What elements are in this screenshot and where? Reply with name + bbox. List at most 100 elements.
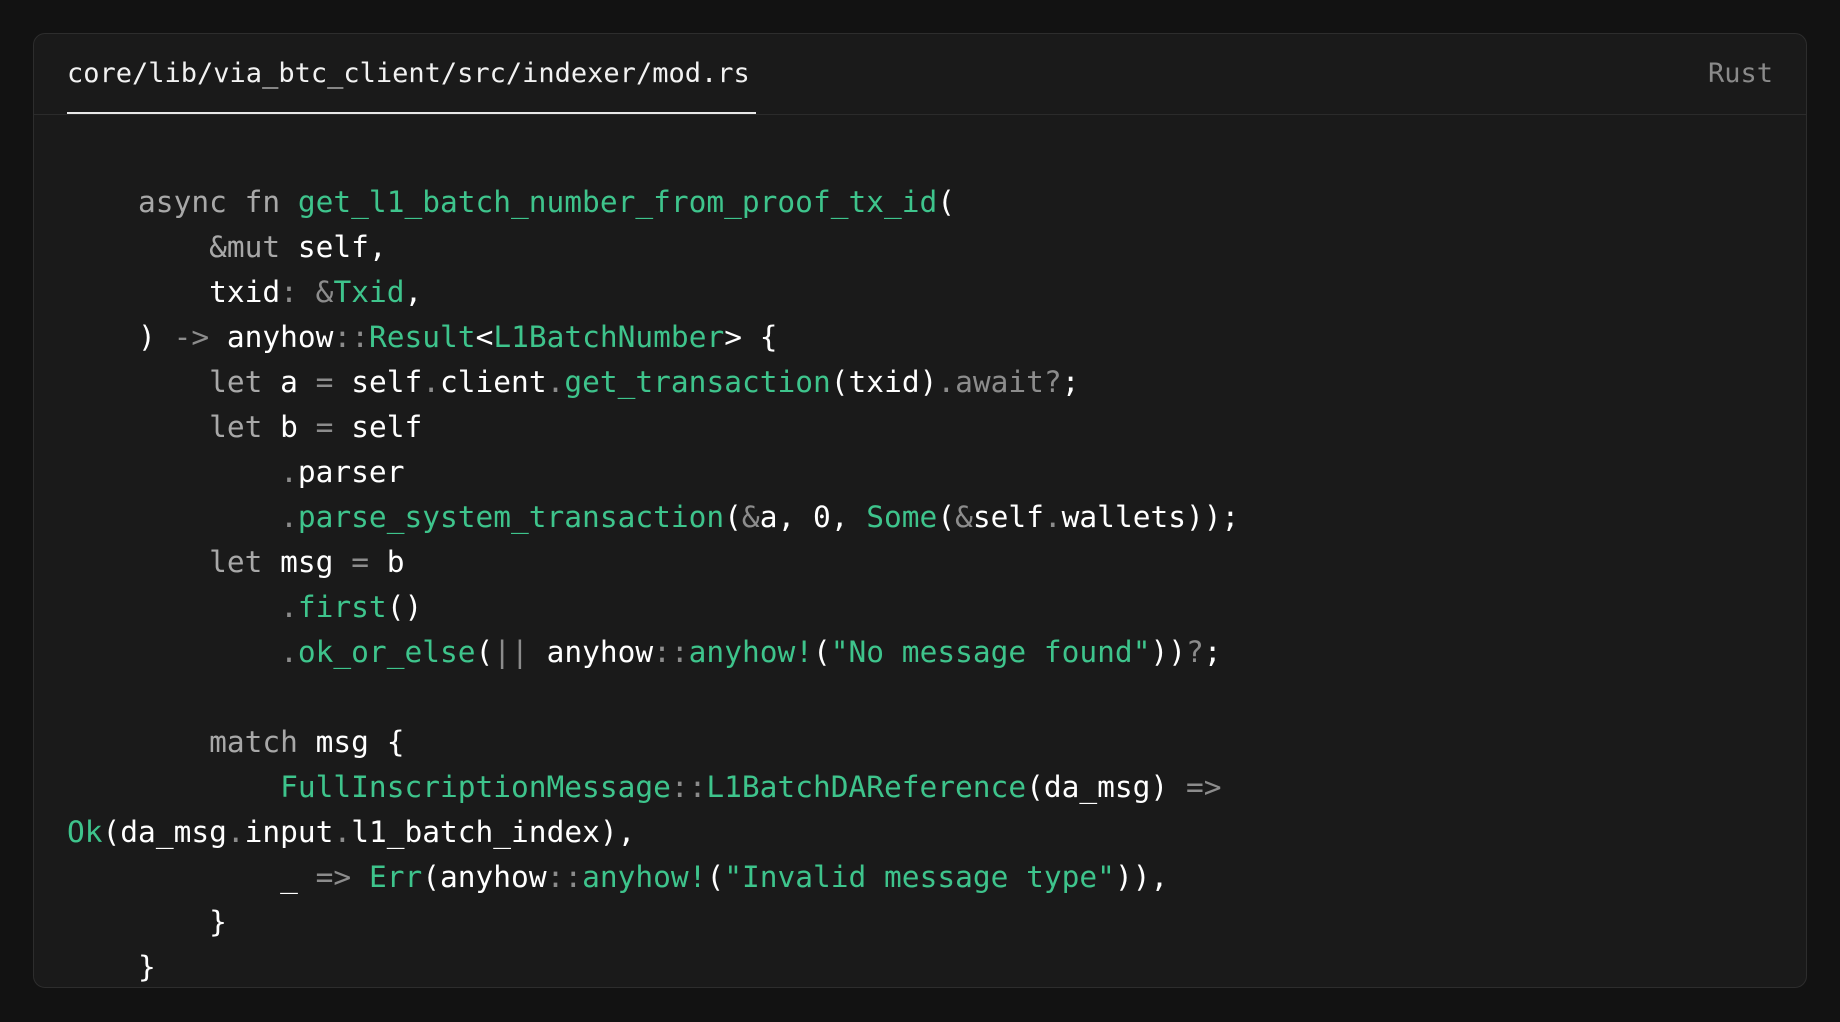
code-token: :: — [546, 860, 583, 894]
code-token: &mut — [67, 230, 298, 264]
code-token: (txid) — [830, 365, 938, 399]
code-token: . — [67, 455, 298, 489]
code-token: . — [67, 635, 298, 669]
file-path-tab[interactable]: core/lib/via_btc_client/src/indexer/mod.… — [67, 34, 756, 114]
code-token: let — [67, 365, 281, 399]
code-token: get_l1_batch_number_from_proof_tx_id — [297, 185, 938, 219]
code-token: async fn — [67, 185, 298, 219]
code-token: self, — [297, 230, 387, 264]
code-token: > { — [724, 320, 778, 354]
code-token: anyhow — [226, 320, 334, 354]
code-token: ( — [937, 185, 956, 219]
code-token: ( — [475, 635, 494, 669]
code-token: Some — [866, 500, 938, 534]
code-line: FullInscriptionMessage::L1BatchDAReferen… — [67, 765, 1239, 810]
code-token: => — [315, 860, 369, 894]
code-token: match — [67, 725, 316, 759]
code-content: async fn get_l1_batch_number_from_proof_… — [67, 180, 1239, 987]
code-token: & — [741, 500, 760, 534]
code-token: ; — [1061, 365, 1080, 399]
code-line: .first() — [67, 585, 1239, 630]
code-line: match msg { — [67, 720, 1239, 765]
code-token: anyhow! — [688, 635, 813, 669]
code-token: txid — [67, 275, 281, 309]
code-token: (anyhow — [422, 860, 547, 894]
code-token: ok_or_else — [297, 635, 476, 669]
code-token: . — [226, 815, 245, 849]
code-token: "No message found" — [830, 635, 1151, 669]
code-token: let — [67, 410, 281, 444]
code-token: input — [244, 815, 334, 849]
code-token: Ok — [67, 815, 103, 849]
code-token: . — [67, 500, 298, 534]
code-line: .parse_system_transaction(&a, 0, Some(&s… — [67, 495, 1239, 540]
code-token: let — [67, 545, 281, 579]
code-token: ? — [1186, 635, 1204, 669]
code-token: _ — [67, 860, 316, 894]
code-token: b — [386, 545, 405, 579]
code-token: "Invalid message type" — [724, 860, 1115, 894]
code-line: let msg = b — [67, 540, 1239, 585]
code-token: } — [67, 950, 156, 984]
code-token: = — [315, 365, 352, 399]
code-token: b — [280, 410, 316, 444]
code-token: ( — [813, 635, 831, 669]
code-token: parse_system_transaction — [297, 500, 725, 534]
code-token: = — [351, 545, 387, 579]
code-token: & — [955, 500, 973, 534]
code-token: ( — [724, 500, 742, 534]
code-token: Err — [368, 860, 423, 894]
code-token: L1BatchDAReference — [706, 770, 1027, 804]
code-line: .ok_or_else(|| anyhow::anyhow!("No messa… — [67, 630, 1239, 675]
code-token: ( — [937, 500, 956, 534]
code-token: ( — [706, 860, 725, 894]
code-token: } — [67, 905, 227, 939]
code-line: async fn get_l1_batch_number_from_proof_… — [67, 180, 1239, 225]
code-token: first — [297, 590, 387, 624]
code-token: )) — [1150, 635, 1186, 669]
code-line: let a = self.client.get_transaction(txid… — [67, 360, 1239, 405]
code-token: self — [351, 365, 423, 399]
code-token: wallets)); — [1061, 500, 1240, 534]
code-token: L1BatchNumber — [493, 320, 725, 354]
code-token: (da_msg — [102, 815, 227, 849]
code-line: } — [67, 945, 1239, 987]
code-token: client — [440, 365, 547, 399]
code-token: -> — [173, 320, 227, 354]
code-line: _ => Err(anyhow::anyhow!("Invalid messag… — [67, 855, 1239, 900]
code-token: ; — [1203, 635, 1222, 669]
code-token: a, 0, — [759, 500, 867, 534]
code-block-panel: core/lib/via_btc_client/src/indexer/mod.… — [33, 33, 1807, 988]
code-token: l1_batch_index), — [351, 815, 636, 849]
code-token: < — [475, 320, 494, 354]
code-token: . — [333, 815, 352, 849]
code-token: . — [546, 365, 565, 399]
code-token: => — [1185, 770, 1222, 804]
code-token: anyhow! — [582, 860, 707, 894]
code-token: . — [1043, 500, 1062, 534]
code-line: Ok(da_msg.input.l1_batch_index), — [67, 810, 1239, 855]
code-token: anyhow — [546, 635, 654, 669]
code-line: txid: &Txid, — [67, 270, 1239, 315]
code-line: } — [67, 900, 1239, 945]
code-token: () — [386, 590, 423, 624]
code-block-header: core/lib/via_btc_client/src/indexer/mod.… — [34, 34, 1806, 115]
code-token: Txid — [333, 275, 405, 309]
code-token: FullInscriptionMessage — [67, 770, 671, 804]
code-line: .parser — [67, 450, 1239, 495]
code-line: ) -> anyhow::Result<L1BatchNumber> { — [67, 315, 1239, 360]
language-label: Rust — [1707, 58, 1773, 89]
code-token: a — [280, 365, 316, 399]
code-token: || — [493, 635, 547, 669]
code-token: ) — [67, 320, 174, 354]
code-token: .await? — [937, 365, 1062, 399]
code-token: (da_msg) — [1026, 770, 1186, 804]
code-token: self — [972, 500, 1044, 534]
code-token: . — [422, 365, 441, 399]
code-token: :: — [653, 635, 689, 669]
code-token: = — [315, 410, 352, 444]
code-token: : & — [280, 275, 334, 309]
code-token: . — [67, 590, 298, 624]
code-token: , — [404, 275, 423, 309]
